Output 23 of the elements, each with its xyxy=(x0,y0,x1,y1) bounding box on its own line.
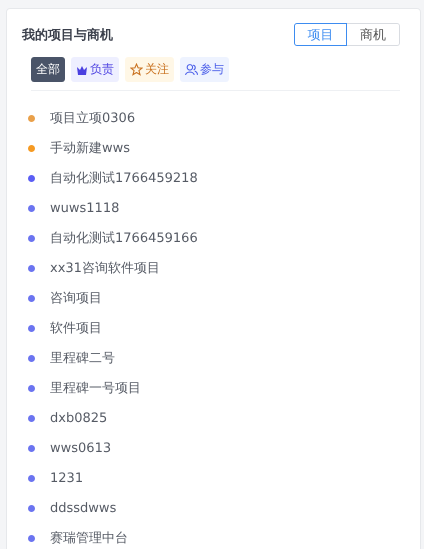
project-link[interactable]: 咨询项目 xyxy=(50,289,102,307)
project-link[interactable]: 赛瑞管理中台 xyxy=(50,529,128,547)
project-link[interactable]: wuws1118 xyxy=(50,200,120,216)
filter-tag[interactable]: 负责 xyxy=(71,57,119,82)
filter-tag[interactable]: 全部 xyxy=(31,57,65,82)
project-link[interactable]: 自动化测试1766459166 xyxy=(50,229,198,247)
project-link[interactable]: ddssdwws xyxy=(50,500,116,516)
star-icon xyxy=(130,63,143,76)
filter-tag[interactable]: 参与 xyxy=(180,57,229,82)
project-link[interactable]: 1231 xyxy=(50,470,84,486)
card-title: 我的项目与商机 xyxy=(22,26,113,44)
crown-icon xyxy=(76,64,88,76)
project-link[interactable]: xx31咨询软件项目 xyxy=(50,259,160,277)
project-link[interactable]: 手动新建wws xyxy=(50,139,130,157)
project-link[interactable]: 项目立项0306 xyxy=(50,109,136,127)
project-link[interactable]: 软件项目 xyxy=(50,319,102,337)
project-link[interactable]: 里程碑一号项目 xyxy=(50,379,141,397)
project-link[interactable]: 自动化测试1766459218 xyxy=(50,169,198,187)
project-link[interactable]: dxb0825 xyxy=(50,410,108,426)
project-link[interactable]: 里程碑二号 xyxy=(50,349,115,367)
people-icon xyxy=(185,63,198,76)
project-link[interactable]: wws0613 xyxy=(50,440,112,456)
segment-tab[interactable]: 商机 xyxy=(347,23,400,46)
